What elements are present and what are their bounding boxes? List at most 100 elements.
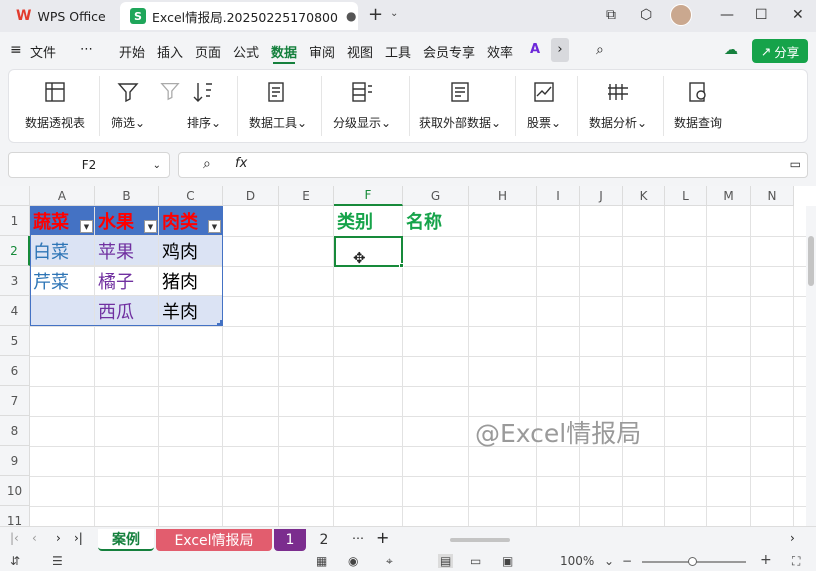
table-header-fruit[interactable]: 水果 ▼	[95, 206, 159, 236]
sort-button[interactable]: 排序⌄	[187, 80, 221, 131]
column-header-h[interactable]: H	[469, 186, 537, 206]
row-header-7[interactable]: 7	[0, 386, 30, 416]
menu-formula[interactable]: 公式	[233, 42, 259, 61]
row-header-9[interactable]: 9	[0, 446, 30, 476]
minimize-button[interactable]: —	[720, 7, 734, 23]
name-box-chevron-icon[interactable]: ⌄	[153, 160, 161, 171]
prev-sheet-icon[interactable]: ‹	[32, 531, 37, 545]
layout-settings-icon[interactable]: ⌖	[386, 554, 393, 569]
menu-insert[interactable]: 插入	[157, 42, 183, 61]
menu-review[interactable]: 审阅	[309, 42, 335, 61]
wps-app-tab[interactable]: W WPS Office	[4, 2, 112, 30]
row-header-11[interactable]: 11	[0, 506, 30, 526]
cell-f1[interactable]: 类别	[334, 206, 403, 236]
data-query-button[interactable]: 数据查询	[674, 80, 722, 131]
macro-icon[interactable]: ⇵	[10, 554, 20, 568]
table-cell[interactable]: 白菜	[30, 236, 95, 266]
avatar[interactable]	[670, 4, 692, 26]
document-tab[interactable]: S Excel情报局.20250225170800135 ●	[120, 2, 358, 30]
file-menu[interactable]: 文件	[30, 42, 56, 61]
ai-icon[interactable]: A	[530, 42, 540, 57]
table-cell[interactable]: 羊肉	[159, 296, 223, 326]
next-sheet-icon[interactable]: ›	[56, 531, 61, 545]
data-analysis-button[interactable]: 数据分析⌄	[589, 80, 647, 131]
column-header-c[interactable]: C	[159, 186, 223, 206]
filter-dropdown-icon[interactable]: ▼	[80, 220, 93, 233]
row-header-10[interactable]: 10	[0, 476, 30, 506]
table-cell[interactable]: 猪肉	[159, 266, 223, 296]
table-cell[interactable]: 鸡肉	[159, 236, 223, 266]
share-button[interactable]: ↗ 分享	[752, 39, 808, 63]
tab-list-chevron-icon[interactable]: ⌄	[390, 8, 398, 19]
zoom-chevron-icon[interactable]: ⌄	[604, 554, 614, 568]
cloud-sync-icon[interactable]: ☁	[724, 42, 738, 58]
hamburger-menu-icon[interactable]: ≡	[10, 42, 22, 58]
row-header-5[interactable]: 5	[0, 326, 30, 356]
menu-page[interactable]: 页面	[195, 42, 221, 61]
cube-icon[interactable]: ⬡	[640, 7, 652, 23]
menu-home[interactable]: 开始	[119, 42, 145, 61]
normal-view-icon[interactable]: ▤	[438, 554, 454, 568]
column-header-d[interactable]: D	[223, 186, 279, 206]
page-break-icon[interactable]: ▣	[502, 554, 513, 568]
more-menu[interactable]: ⋯	[80, 42, 93, 57]
selected-cell-f2[interactable]	[334, 236, 403, 267]
horizontal-scroll-thumb[interactable]	[450, 538, 510, 542]
menu-member[interactable]: 会员专享	[423, 42, 475, 61]
expand-formula-icon[interactable]: ▭	[790, 157, 801, 171]
table-cell[interactable]: 西瓜	[95, 296, 159, 326]
scroll-right-icon[interactable]: ›	[790, 531, 795, 545]
column-header-n[interactable]: N	[751, 186, 794, 206]
first-sheet-icon[interactable]: |‹	[10, 531, 19, 545]
clear-filter-icon[interactable]	[159, 80, 181, 102]
table-header-vegetable[interactable]: 蔬菜 ▼	[30, 206, 95, 236]
table-cell[interactable]	[30, 296, 95, 326]
stocks-button[interactable]: 股票⌄	[527, 80, 561, 131]
get-external-data-button[interactable]: 获取外部数据⌄	[419, 80, 501, 131]
eye-icon[interactable]: ◉	[348, 554, 358, 568]
pivot-table-button[interactable]: 数据透视表	[25, 80, 85, 131]
search-icon[interactable]: ⌕	[596, 42, 604, 58]
sheet-tab-2[interactable]: 2	[308, 529, 340, 551]
filter-dropdown-icon[interactable]: ▼	[144, 220, 157, 233]
column-header-m[interactable]: M	[707, 186, 751, 206]
row-header-2[interactable]: 2	[0, 236, 30, 266]
menu-efficiency[interactable]: 效率	[487, 42, 513, 61]
row-header-4[interactable]: 4	[0, 296, 30, 326]
data-tools-button[interactable]: 数据工具⌄	[249, 80, 307, 131]
zoom-out-button[interactable]: −	[622, 554, 632, 568]
column-header-a[interactable]: A	[30, 186, 95, 206]
fx-icon[interactable]: fx	[235, 156, 247, 171]
row-header-1[interactable]: 1	[0, 206, 30, 236]
fullscreen-icon[interactable]: ⛶	[792, 554, 800, 569]
filter-button[interactable]: 筛选⌄	[111, 80, 145, 131]
table-cell[interactable]: 橘子	[95, 266, 159, 296]
column-header-e[interactable]: E	[279, 186, 334, 206]
table-resize-handle-icon[interactable]	[217, 320, 222, 325]
table-header-meat[interactable]: 肉类 ▼	[159, 206, 223, 236]
row-header-8[interactable]: 8	[0, 416, 30, 446]
spreadsheet-grid[interactable]: A B C D E F G H I J K L M N 1 2 3 4 5 6 …	[0, 186, 816, 526]
table-cell[interactable]: 苹果	[95, 236, 159, 266]
menu-tools[interactable]: 工具	[385, 42, 411, 61]
column-header-i[interactable]: I	[537, 186, 580, 206]
zoom-level[interactable]: 100%	[560, 554, 594, 568]
new-tab-button[interactable]: +	[368, 4, 383, 25]
column-header-f[interactable]: F	[334, 186, 403, 206]
menu-view[interactable]: 视图	[347, 42, 373, 61]
restore-window-icon[interactable]: ⧉	[606, 7, 616, 23]
add-sheet-button[interactable]: +	[376, 528, 389, 547]
sheet-tab-active[interactable]: 案例	[98, 529, 154, 551]
row-header-6[interactable]: 6	[0, 356, 30, 386]
sheet-list-icon[interactable]: ☰	[52, 554, 63, 568]
column-header-j[interactable]: J	[580, 186, 623, 206]
sheet-tab-excel[interactable]: Excel情报局	[156, 529, 272, 551]
table-view-icon[interactable]: ▦	[316, 554, 327, 568]
vertical-scroll-thumb[interactable]	[808, 236, 814, 286]
name-box[interactable]: F2 ⌄	[8, 152, 170, 178]
select-all-corner[interactable]	[0, 186, 30, 206]
sheet-tab-1[interactable]: 1	[274, 529, 306, 551]
zoom-formula-icon[interactable]: ⌕	[203, 156, 211, 172]
column-header-g[interactable]: G	[403, 186, 469, 206]
unsaved-dot-icon[interactable]: ●	[346, 9, 356, 23]
